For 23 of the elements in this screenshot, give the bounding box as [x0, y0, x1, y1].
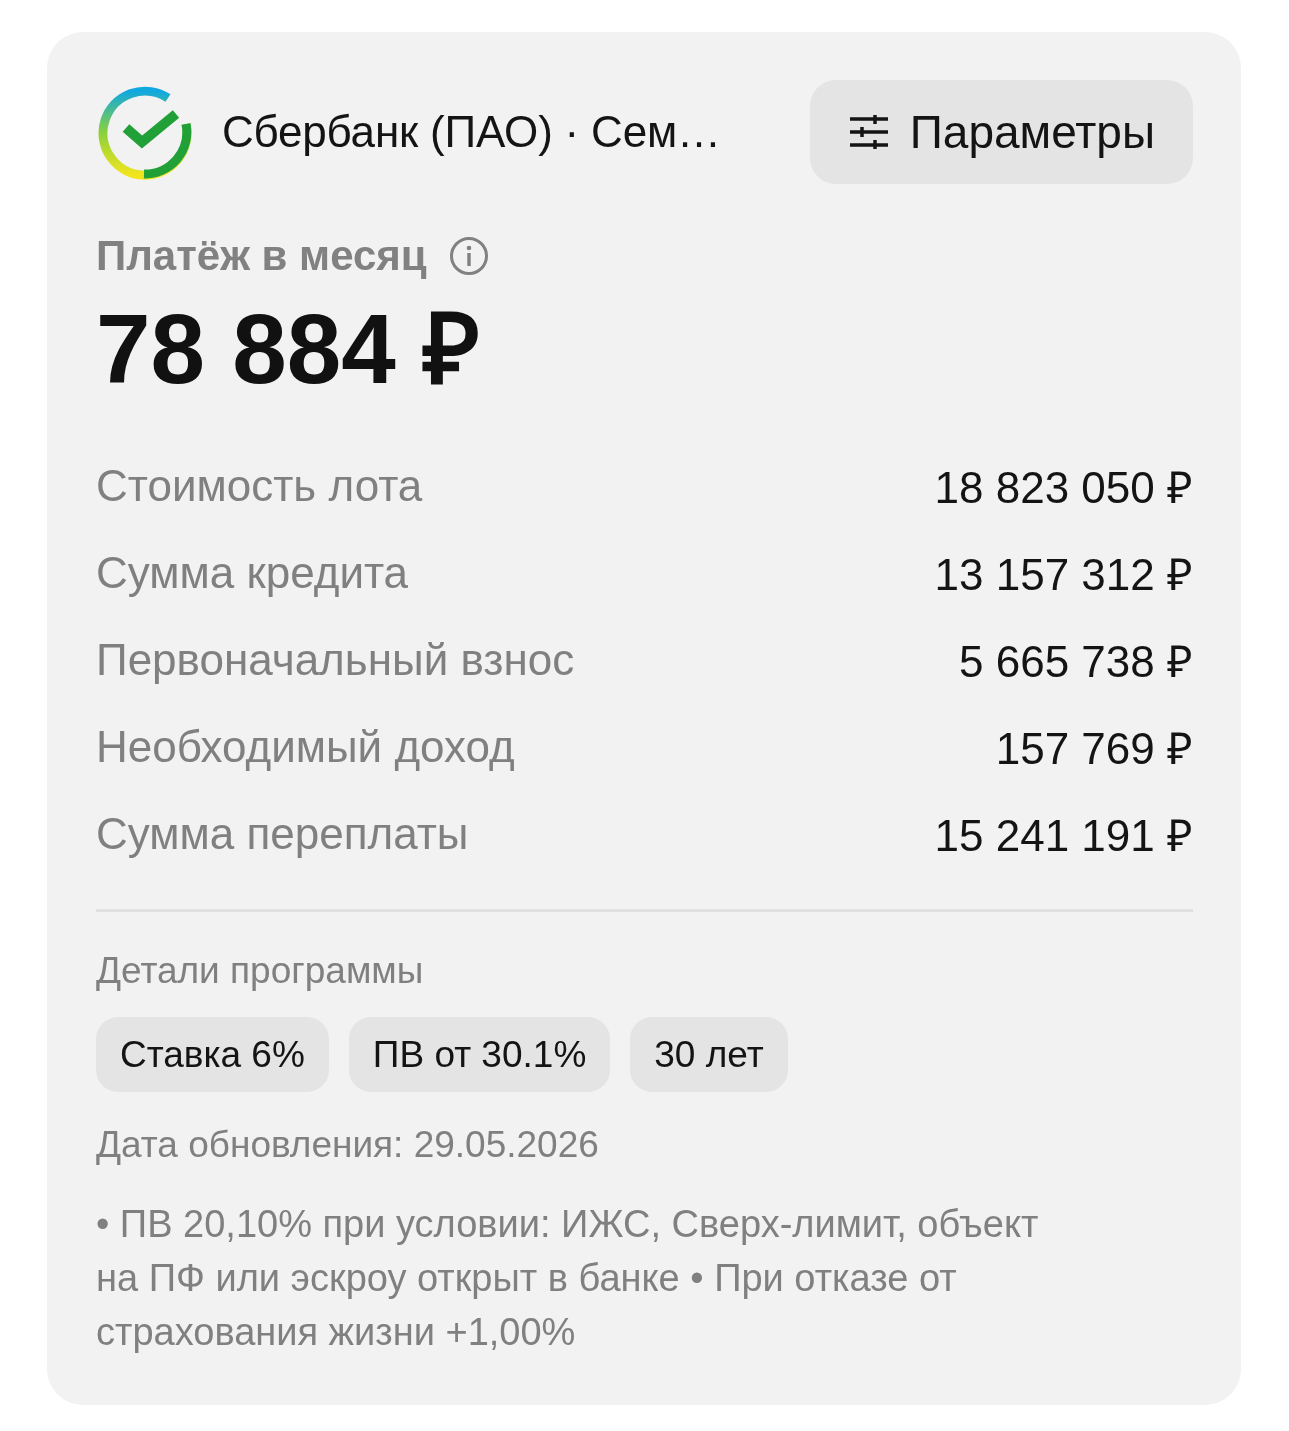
row-label: Необходимый доход: [96, 721, 515, 772]
row-value: 18 823 050 ₽: [934, 461, 1193, 514]
row-value: 13 157 312 ₽: [934, 548, 1193, 601]
info-icon[interactable]: [448, 236, 489, 276]
row-value: 15 241 191 ₽: [934, 809, 1193, 862]
program-tag: ПВ от 30.1%: [348, 1017, 611, 1092]
bank-title: Сбербанк (ПАО) · Сем…: [222, 107, 721, 157]
program-title: Детали программы: [96, 949, 425, 993]
program-tag: Ставка 6%: [96, 1017, 329, 1092]
payment-label: Платёж в месяц: [96, 232, 427, 280]
parameters-button[interactable]: Параметры: [809, 80, 1193, 184]
sliders-icon: [849, 115, 888, 149]
logo-icon: [96, 84, 192, 180]
row-label: Первоначальный взнос: [96, 634, 575, 685]
row-label: Сумма переплаты: [96, 808, 469, 859]
row-label: Стоимость лота: [96, 460, 423, 511]
row-value: 157 769 ₽: [995, 722, 1193, 775]
update-date: Дата обновления: 29.05.2026: [96, 1123, 600, 1167]
row-value: 5 665 738 ₽: [959, 635, 1193, 688]
program-tag: 30 лет: [630, 1017, 788, 1092]
program-note: • ПВ 20,10% при условии: ИЖС, Сверх-лимит, объект на ПФ или эскроу открыт в банке • При отказе от страхования жизни +1,00%: [96, 1202, 1040, 1355]
row-label: Сумма кредита: [96, 547, 409, 598]
payment-amount: 78 884 ₽: [96, 296, 481, 402]
